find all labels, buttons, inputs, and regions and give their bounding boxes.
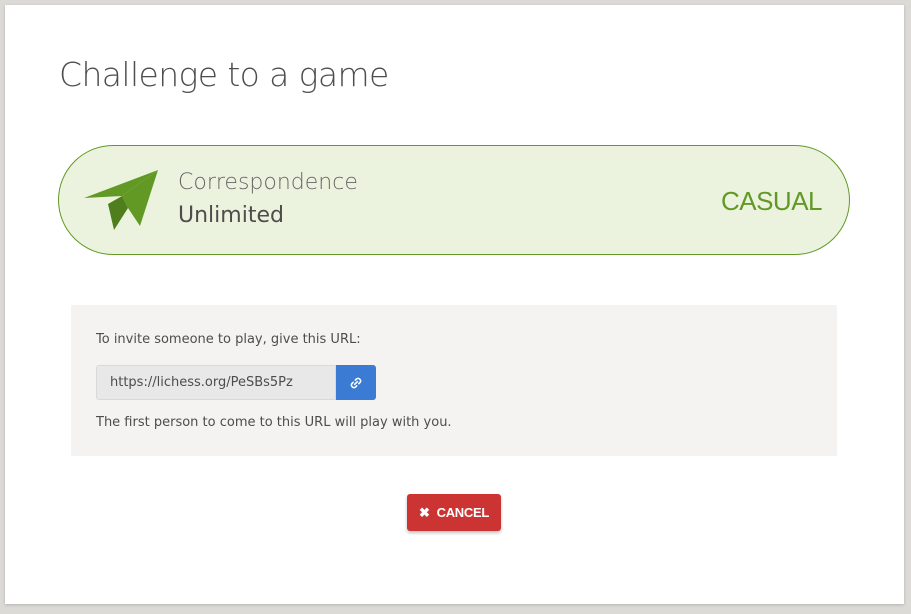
game-speed: Correspondence [178,170,358,195]
invite-box: To invite someone to play, give this URL… [71,305,837,456]
paper-plane-icon [84,170,158,230]
cancel-label: CANCEL [436,505,490,520]
cancel-button[interactable]: ✖ CANCEL [407,494,501,531]
game-info-card: Correspondence Unlimited CASUAL [58,145,850,255]
invite-url-field[interactable] [96,365,336,400]
game-mode: CASUAL [720,186,823,216]
link-icon [350,377,362,388]
invite-instruction: To invite someone to play, give this URL… [96,332,361,347]
invite-note: The first person to come to this URL wil… [96,415,452,430]
page-title: Challenge to a game [59,55,389,94]
close-icon: ✖ [419,505,430,520]
challenge-panel: Challenge to a game Correspondence Unlim… [5,5,904,604]
game-clock: Unlimited [178,203,284,228]
copy-url-button[interactable] [336,365,376,400]
